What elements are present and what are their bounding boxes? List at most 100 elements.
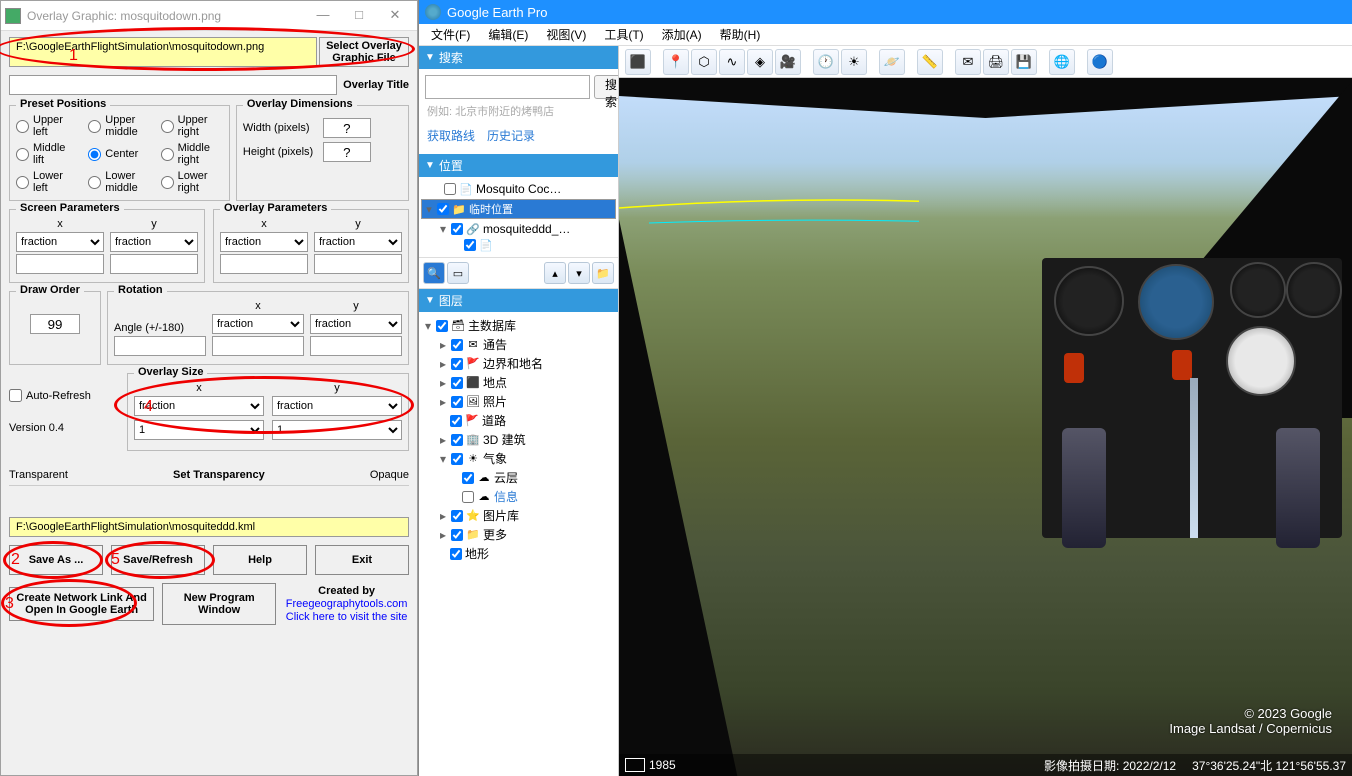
credits[interactable]: Created by Freegeographytools.com Click …: [284, 585, 409, 624]
rotation-x-value[interactable]: [212, 336, 304, 356]
overlay-x-value[interactable]: [220, 254, 308, 274]
preset-lower-left[interactable]: Lower left: [16, 170, 78, 194]
size-y-unit[interactable]: fraction: [272, 396, 402, 416]
planet-icon[interactable]: 🪐: [879, 49, 905, 75]
preset-upper-right[interactable]: Upper right: [161, 114, 223, 138]
graphic-path-field[interactable]: F:\GoogleEarthFlightSimulation\mosquitod…: [9, 37, 317, 67]
size-x-unit[interactable]: fraction: [134, 396, 264, 416]
menu-edit[interactable]: 编辑(E): [480, 24, 536, 45]
size-x-value[interactable]: 1: [134, 420, 264, 440]
place-sub-item[interactable]: 📄: [421, 237, 616, 253]
layer-clouds[interactable]: ☁云层: [421, 468, 616, 487]
email-icon[interactable]: ✉: [955, 49, 981, 75]
places-panel-header[interactable]: 位置: [419, 154, 618, 177]
overlay-x-unit[interactable]: fraction: [220, 232, 308, 252]
ruler-icon[interactable]: 📏: [917, 49, 943, 75]
layers-panel-header[interactable]: 图层: [419, 289, 618, 312]
preset-upper-middle[interactable]: Upper middle: [88, 114, 150, 138]
down-button[interactable]: ▾: [568, 262, 590, 284]
layer-gallery[interactable]: ▸⭐图片库: [421, 506, 616, 525]
folder-button[interactable]: 📁: [592, 262, 614, 284]
preset-middle-right[interactable]: Middle right: [161, 142, 223, 166]
up-button[interactable]: ▴: [544, 262, 566, 284]
signin-icon[interactable]: 🔵: [1087, 49, 1113, 75]
placemark-icon[interactable]: 📍: [663, 49, 689, 75]
rotation-y-unit[interactable]: fraction: [310, 314, 402, 334]
draw-order-input[interactable]: [30, 314, 80, 334]
preset-middle-left[interactable]: Middle lift: [16, 142, 78, 166]
width-input[interactable]: [323, 118, 371, 138]
search-places-button[interactable]: 🔍: [423, 262, 445, 284]
layer-info[interactable]: ☁信息: [421, 487, 616, 506]
search-panel-header[interactable]: 搜索: [419, 46, 618, 69]
y-label: y: [110, 218, 198, 230]
layer-more[interactable]: ▸📁更多: [421, 525, 616, 544]
layer-photos[interactable]: ▸🖼照片: [421, 392, 616, 411]
save-refresh-button[interactable]: Save/Refresh: [111, 545, 205, 575]
select-overlay-file-button[interactable]: Select Overlay Graphic File: [319, 37, 409, 67]
history-link[interactable]: 历史记录: [487, 127, 535, 144]
layer-main-db[interactable]: ▾🗃主数据库: [421, 316, 616, 335]
menu-add[interactable]: 添加(A): [654, 24, 710, 45]
panel-button[interactable]: ▭: [447, 262, 469, 284]
layer-places[interactable]: ▸⬛地点: [421, 373, 616, 392]
screen-x-unit[interactable]: fraction: [16, 232, 104, 252]
image-overlay-icon[interactable]: ◈: [747, 49, 773, 75]
auto-refresh-checkbox[interactable]: Auto-Refresh: [9, 389, 119, 402]
x-label: x: [16, 218, 104, 230]
get-route-link[interactable]: 获取路线: [427, 127, 475, 144]
rotation-x-unit[interactable]: fraction: [212, 314, 304, 334]
overlay-y-unit[interactable]: fraction: [314, 232, 402, 252]
layer-borders[interactable]: ▸🚩边界和地名: [421, 354, 616, 373]
layer-3d-buildings[interactable]: ▸🏢3D 建筑: [421, 430, 616, 449]
create-network-link-button[interactable]: Create Network Link And Open In Google E…: [9, 587, 154, 621]
overlay-graphic-window: Overlay Graphic: mosquitodown.png — □ ✕ …: [0, 0, 418, 776]
preset-lower-middle[interactable]: Lower middle: [88, 170, 150, 194]
layer-weather[interactable]: ▾☀气象: [421, 449, 616, 468]
screen-y-value[interactable]: [110, 254, 198, 274]
minimize-button[interactable]: —: [305, 2, 341, 30]
overlay-title-input[interactable]: [9, 75, 337, 95]
search-button[interactable]: 搜索: [594, 75, 619, 99]
layer-terrain[interactable]: 地形: [421, 544, 616, 563]
screen-x-value[interactable]: [16, 254, 104, 274]
view-earth-icon[interactable]: 🌐: [1049, 49, 1075, 75]
maximize-button[interactable]: □: [341, 2, 377, 30]
save-as-button[interactable]: Save As ...: [9, 545, 103, 575]
screen-y-unit[interactable]: fraction: [110, 232, 198, 252]
angle-input[interactable]: [114, 336, 206, 356]
earth-viewport[interactable]: © 2023 Google Image Landsat / Copernicus…: [619, 78, 1352, 776]
preset-upper-left[interactable]: Upper left: [16, 114, 78, 138]
menu-tools[interactable]: 工具(T): [596, 24, 651, 45]
height-input[interactable]: [323, 142, 371, 162]
menu-help[interactable]: 帮助(H): [712, 24, 769, 45]
print-icon[interactable]: 🖨: [983, 49, 1009, 75]
exit-button[interactable]: Exit: [315, 545, 409, 575]
place-mosquiteddd[interactable]: ▾🔗mosquiteddd_…: [421, 221, 616, 237]
polygon-icon[interactable]: ⬡: [691, 49, 717, 75]
menu-file[interactable]: 文件(F): [423, 24, 478, 45]
size-y-value[interactable]: 1: [272, 420, 402, 440]
preset-lower-right[interactable]: Lower right: [161, 170, 223, 194]
path-icon[interactable]: ∿: [719, 49, 745, 75]
preset-center[interactable]: Center: [88, 142, 150, 166]
transparency-slider[interactable]: [9, 485, 409, 509]
overlay-y-value[interactable]: [314, 254, 402, 274]
place-temp-folder[interactable]: ▾📁临时位置: [421, 199, 616, 219]
help-button[interactable]: Help: [213, 545, 307, 575]
menu-view[interactable]: 视图(V): [538, 24, 594, 45]
save-image-icon[interactable]: 💾: [1011, 49, 1037, 75]
layer-roads[interactable]: 🚩道路: [421, 411, 616, 430]
close-button[interactable]: ✕: [377, 2, 413, 30]
layer-announce[interactable]: ▸✉通告: [421, 335, 616, 354]
new-program-window-button[interactable]: New Program Window: [162, 583, 276, 625]
toggle-sidebar-icon[interactable]: ⬛: [625, 49, 651, 75]
rotation-y-value[interactable]: [310, 336, 402, 356]
sun-icon[interactable]: ☀: [841, 49, 867, 75]
set-transparency-label: Set Transparency: [68, 469, 370, 481]
search-input[interactable]: [425, 75, 590, 99]
time-slider-icon[interactable]: [625, 758, 645, 772]
clock-icon[interactable]: 🕐: [813, 49, 839, 75]
record-tour-icon[interactable]: 🎥: [775, 49, 801, 75]
place-mosquito-cockpit[interactable]: 📄Mosquito Coc…: [421, 181, 616, 197]
